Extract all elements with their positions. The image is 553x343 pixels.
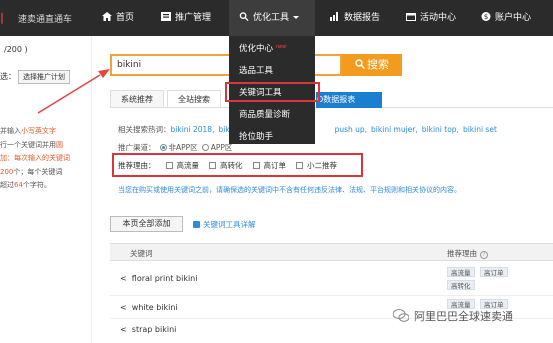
nav-label: 推广管理 xyxy=(175,13,212,23)
nav-item-promotion[interactable]: 推广管理 xyxy=(161,0,211,36)
search-button-label: 搜索 xyxy=(367,58,389,71)
radio-app[interactable] xyxy=(201,144,209,151)
checkbox-label: 高流量 xyxy=(176,161,200,170)
plan-select-row: 选： 选择推广计划 xyxy=(0,70,70,84)
nav-label: 活动中心 xyxy=(420,13,457,23)
checkbox-staff-recommend[interactable] xyxy=(296,162,303,169)
plan-select-prefix: 选： xyxy=(0,72,16,81)
checkbox-high-conversion[interactable] xyxy=(209,162,216,169)
table-header: 关键词 推荐理由? xyxy=(110,243,553,261)
search-icon xyxy=(239,12,249,21)
search-button[interactable]: 搜索 xyxy=(342,54,402,76)
guide-label: 关键词工具详解 xyxy=(203,220,256,229)
brand-logo-mark: | xyxy=(0,11,5,24)
tip-line: 200个；每个关键词 xyxy=(0,167,63,176)
related-label: 相关搜索热词： xyxy=(118,125,171,134)
nav-label: 数据报告 xyxy=(344,13,381,23)
tag-badge: 高流量 xyxy=(447,267,475,277)
channel-filter: 推广渠道： 非APP区 APP区 xyxy=(118,142,232,153)
checkbox-label: 高订单 xyxy=(263,161,287,170)
radio-non-app[interactable] xyxy=(159,144,167,151)
nav-label: 优化工具 xyxy=(253,13,290,23)
tip-line: 加：每次输入的关键词 xyxy=(0,154,70,162)
chevron-down-icon xyxy=(293,16,300,19)
menu-item-optimization-center[interactable]: 优化中心 new xyxy=(239,42,286,54)
nav-item-home[interactable]: 首页 xyxy=(102,0,134,36)
brand-name: 速卖通直通车 xyxy=(18,15,73,25)
related-keyword-link[interactable]: bikini top, xyxy=(422,125,459,134)
home-icon xyxy=(102,12,112,21)
add-all-button[interactable]: 本页全部添加 xyxy=(110,216,183,232)
tip-line: 行一个关键词并用圆 xyxy=(0,140,63,149)
nav-item-data-report[interactable]: 数据报告 xyxy=(330,0,380,36)
checkbox-high-orders[interactable] xyxy=(252,162,260,169)
reason-label: 推荐理由： xyxy=(118,161,156,170)
checkbox-label: 小二推荐 xyxy=(307,161,337,170)
top-navigation-bar: | 速卖通直通车 首页 推广管理 优化工具 数据报告 活动中心 $ 账户中心 xyxy=(0,0,553,36)
nav-item-optimization-tools[interactable]: 优化工具 xyxy=(229,0,315,36)
legal-notice: 当您在购买或使用关键词之前，请确保选的关键词中不含有任何违反法律、法规、平台规则… xyxy=(118,186,461,194)
reason-filter: 推荐理由： 高流量 高转化 高订单 小二推荐 xyxy=(118,160,337,171)
table-row[interactable]: < floral print bikini 高流量 高订单 高转化 xyxy=(110,262,553,296)
related-keyword-link[interactable]: bikini 2018, xyxy=(171,125,215,134)
input-tips: 并输入小写英文字 行一个关键词并用圆 加：每次输入的关键词 200个；每个关键词… xyxy=(0,125,92,193)
radio-label: 非APP区 xyxy=(168,143,198,152)
wechat-icon xyxy=(393,309,409,322)
menu-item-position-assistant[interactable]: 抢位助手 xyxy=(239,130,273,142)
keyword-cell: < white bikini xyxy=(120,303,178,312)
nav-item-account-center[interactable]: $ 账户中心 xyxy=(481,0,531,36)
tag-badge: 高订单 xyxy=(480,267,508,277)
dollar-icon: $ xyxy=(481,12,491,21)
column-header-reason: 推荐理由? xyxy=(447,248,488,259)
left-panel: /200 ) 选： 选择推广计划 并输入小写英文字 行一个关键词并用圆 加：每次输… xyxy=(0,36,92,343)
tip-line: 并输入小写英文字 xyxy=(0,127,56,135)
nav-label: 账户中心 xyxy=(495,13,532,23)
nav-label: 首页 xyxy=(116,13,135,23)
tag-badge: 高转化 xyxy=(447,280,475,290)
select-plan-button[interactable]: 选择推广计划 xyxy=(18,70,70,84)
checkbox-label: 高转化 xyxy=(220,161,243,170)
watermark-text: 阿里巴巴全球速卖通 xyxy=(414,310,513,323)
new-badge: new xyxy=(276,44,287,50)
book-icon xyxy=(193,221,200,228)
keyword-tool-guide-link[interactable]: 关键词工具详解 xyxy=(193,219,256,230)
calendar-icon xyxy=(406,13,416,21)
menu-item-product-selection[interactable]: 选品工具 xyxy=(239,64,273,76)
related-keyword-link[interactable]: push up, xyxy=(335,125,367,134)
tab-site-search[interactable]: 全站搜索 xyxy=(167,90,221,108)
promotion-icon xyxy=(161,12,171,21)
nav-item-activity-center[interactable]: 活动中心 xyxy=(406,0,456,36)
checkbox-high-traffic[interactable] xyxy=(165,162,173,169)
tip-line: 超过64个字符。 xyxy=(0,181,51,189)
menu-item-quality-diagnosis[interactable]: 商品质量诊断 xyxy=(239,108,290,120)
column-header-keyword: 关键词 xyxy=(130,249,153,258)
search-icon xyxy=(355,59,366,70)
keyword-count: /200 ) xyxy=(4,45,28,54)
related-keyword-link[interactable]: bikini mujer, xyxy=(371,125,418,134)
radio-label: APP区 xyxy=(210,143,233,152)
brand-logo[interactable]: | 速卖通直通车 xyxy=(0,0,96,36)
channel-label: 推广渠道： xyxy=(118,143,156,152)
tab-system-recommend[interactable]: 系统推荐 xyxy=(110,90,164,108)
svg-text:$: $ xyxy=(484,12,489,21)
keyword-tool-highlight-box xyxy=(225,82,320,102)
keyword-cell: < strap bikini xyxy=(120,325,177,334)
chart-icon xyxy=(330,12,338,21)
related-keyword-link[interactable]: bikini set xyxy=(463,125,497,134)
help-icon[interactable]: ? xyxy=(480,251,488,259)
tab-data-report[interactable]: O数据报表 xyxy=(316,92,382,108)
watermark: 阿里巴巴全球速卖通 xyxy=(393,308,513,328)
keyword-cell: < floral print bikini xyxy=(120,274,198,283)
